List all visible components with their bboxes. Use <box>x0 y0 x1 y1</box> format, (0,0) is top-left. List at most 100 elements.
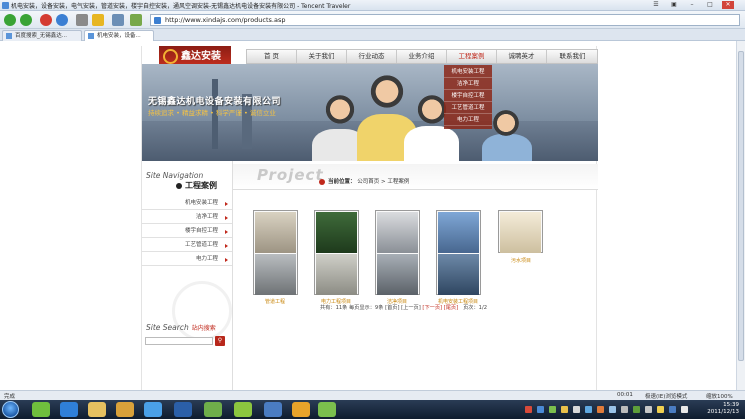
menu-item-home[interactable]: 首 页 <box>247 50 297 63</box>
person-figure <box>488 109 524 149</box>
project-photo <box>377 254 418 295</box>
network-icon[interactable] <box>621 406 628 413</box>
site-search-button[interactable]: ⚲ <box>215 336 225 346</box>
tray-icon[interactable] <box>549 406 556 413</box>
tray-icon[interactable] <box>525 406 532 413</box>
back-button[interactable] <box>4 14 16 26</box>
tray-icon[interactable] <box>669 406 676 413</box>
tray-icon[interactable] <box>597 406 604 413</box>
breadcrumb-home-link[interactable]: 公司首页 <box>357 179 379 185</box>
tools-icon[interactable] <box>112 14 124 26</box>
tray-icon[interactable] <box>645 406 652 413</box>
address-bar[interactable]: http://www.xindajs.com/products.asp <box>150 14 740 26</box>
minimize-button[interactable]: – <box>686 1 698 9</box>
clock-time: 15:39 <box>723 402 739 408</box>
volume-icon[interactable] <box>609 406 616 413</box>
refresh-button[interactable] <box>56 14 68 26</box>
maximize-button[interactable]: □ <box>704 1 716 9</box>
decorative-swirl <box>172 281 232 341</box>
status-text: 完成 <box>4 394 16 400</box>
pager-last-link[interactable]: [尾页] <box>444 305 458 311</box>
tray-icon[interactable] <box>573 406 580 413</box>
folder-icon[interactable] <box>88 402 106 417</box>
projects-dropdown: 机电安装工程 洁净工程 楼宇自控工程 工艺管道工程 电力工程 <box>444 65 492 129</box>
tab-xinda[interactable]: 机电安装，设备... <box>84 30 154 41</box>
tray-icon[interactable] <box>585 406 592 413</box>
start-button[interactable] <box>2 401 19 418</box>
browser-icon[interactable] <box>144 402 162 417</box>
qq-icon[interactable] <box>292 402 310 417</box>
menu-item-about[interactable]: 关于我们 <box>297 50 347 63</box>
ie-icon[interactable] <box>60 402 78 417</box>
submenu-item-building-control[interactable]: 楼宇自控工程 <box>444 90 492 102</box>
pager-page-count: 页次：1/2 <box>463 305 488 311</box>
main-menu: 首 页 关于我们 行业动态 业务介绍 工程案例 诚聘英才 联系我们 <box>246 49 598 64</box>
tray-icon[interactable] <box>657 406 664 413</box>
favorites-star-icon[interactable] <box>92 14 104 26</box>
tab-strip: 百度搜索_无锡鑫达... 机电安装，设备... <box>0 29 745 41</box>
browse-mode[interactable]: 极速(IE)浏览模式 <box>645 392 687 400</box>
system-clock[interactable]: 15:39 2011/12/13 <box>707 402 739 416</box>
sidebar-item-clean[interactable]: 洁净工程 <box>142 211 232 224</box>
arrow-right-icon <box>225 230 228 234</box>
project-caption[interactable]: 管道工程 <box>245 298 305 305</box>
project-header: Project 当前位置： 公司首页 > 工程案例 <box>233 164 598 190</box>
project-thumb[interactable] <box>253 210 298 295</box>
messenger-icon[interactable] <box>204 402 222 417</box>
submenu-item-pipeline[interactable]: 工艺管道工程 <box>444 102 492 114</box>
tab-baidu[interactable]: 百度搜索_无锡鑫达... <box>2 30 82 41</box>
menu-icon[interactable]: ☰ <box>650 1 662 9</box>
menu-item-jobs[interactable]: 诚聘英才 <box>497 50 547 63</box>
stop-button[interactable] <box>40 14 52 26</box>
site-nav-title: Site Navigation <box>146 171 204 180</box>
project-thumb[interactable] <box>375 210 420 295</box>
logo-ring-icon <box>163 49 178 64</box>
home-button[interactable] <box>76 14 88 26</box>
close-button[interactable]: ✕ <box>722 1 734 9</box>
submenu-item-mechanical[interactable]: 机电安装工程 <box>444 66 492 78</box>
pager-info[interactable]: 共有：11条 每页显示：9条 [首页] [上一页] <box>320 305 421 311</box>
menu-item-projects[interactable]: 工程案例 <box>447 50 497 63</box>
bullet-icon <box>176 182 182 189</box>
tray-icon[interactable] <box>681 406 688 413</box>
sidebar-item-mechanical[interactable]: 机电安装工程 <box>142 197 232 210</box>
project-heading: Project <box>257 166 324 184</box>
window-title: 机电安装，设备安装，电气安装，管道安装，楼宇自控安装，通风空调安装-无锡鑫达机电… <box>11 3 351 10</box>
tray-icon[interactable] <box>633 406 640 413</box>
project-thumb[interactable] <box>436 210 481 295</box>
app-icon[interactable] <box>234 402 252 417</box>
skin-icon[interactable]: ▣ <box>668 1 680 9</box>
project-photo <box>255 212 296 253</box>
app-icon[interactable] <box>32 402 50 417</box>
menu-item-business[interactable]: 业务介绍 <box>397 50 447 63</box>
menu-item-contact[interactable]: 联系我们 <box>547 50 598 63</box>
app-icon[interactable] <box>264 402 282 417</box>
app-icon[interactable] <box>318 402 336 417</box>
forward-button[interactable] <box>20 14 32 26</box>
media-player-icon[interactable] <box>116 402 134 417</box>
submenu-item-clean[interactable]: 洁净工程 <box>444 78 492 90</box>
site-search-title-text: Site Search <box>146 323 189 332</box>
sidebar-item-pipeline[interactable]: 工艺管道工程 <box>142 239 232 252</box>
project-caption[interactable]: 污水项目 <box>491 257 551 264</box>
project-photo <box>316 212 357 253</box>
pager-next-link[interactable]: [下一页] <box>422 305 442 311</box>
project-photo <box>438 212 479 253</box>
photoshop-icon[interactable] <box>174 402 192 417</box>
menu-item-news[interactable]: 行业动态 <box>347 50 397 63</box>
project-thumb[interactable] <box>498 210 543 253</box>
tray-icon[interactable] <box>537 406 544 413</box>
site-search-title: Site Search 站内搜索 <box>146 323 216 332</box>
scrollbar-thumb[interactable] <box>738 51 744 361</box>
project-photo <box>377 212 418 253</box>
tray-icon[interactable] <box>561 406 568 413</box>
zoom-level[interactable]: 缩放100% <box>706 392 733 400</box>
clean-icon[interactable] <box>130 14 142 26</box>
submenu-item-power[interactable]: 电力工程 <box>444 114 492 126</box>
site-search-input[interactable] <box>145 337 213 345</box>
sidebar-item-building-control[interactable]: 楼宇自控工程 <box>142 225 232 238</box>
vertical-scrollbar[interactable] <box>736 41 745 390</box>
sidebar-item-label: 机电安装工程 <box>184 200 218 206</box>
sidebar-item-power[interactable]: 电力工程 <box>142 253 232 266</box>
project-thumb[interactable] <box>314 210 359 295</box>
